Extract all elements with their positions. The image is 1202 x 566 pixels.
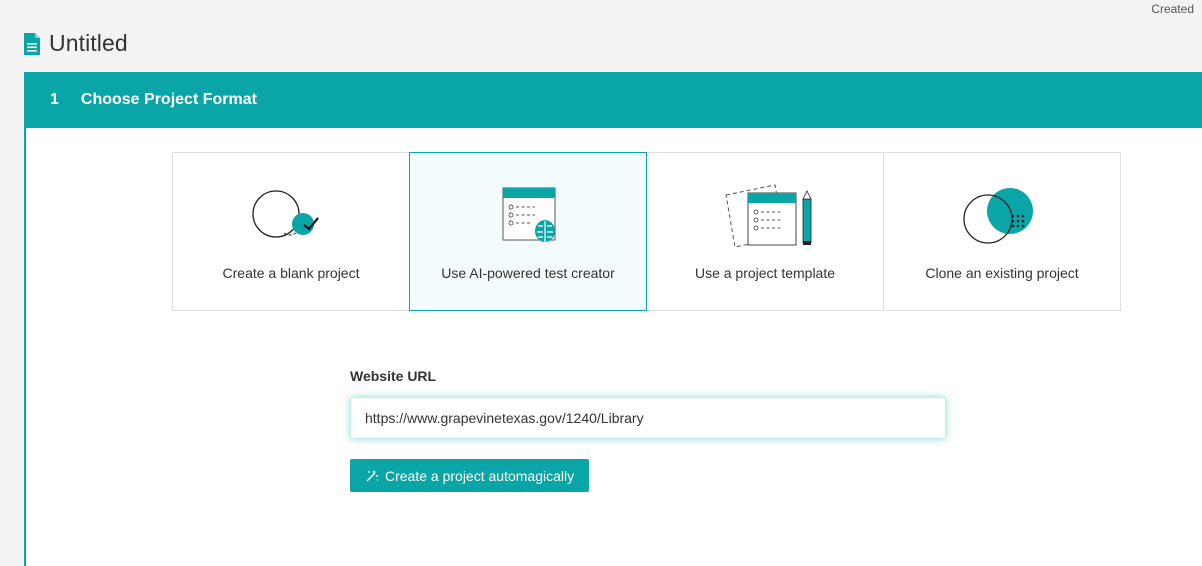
card-blank-project[interactable]: Create a blank project (172, 152, 410, 311)
create-project-button-label: Create a project automagically (385, 467, 575, 484)
card-label: Use AI-powered test creator (441, 265, 615, 281)
format-cards: Create a blank project Use AI-powered te… (172, 152, 1121, 311)
card-label: Create a blank project (222, 265, 360, 281)
card-label: Use a project template (694, 265, 836, 281)
card-label: Clone an existing project (925, 265, 1079, 281)
step-header: 1 Choose Project Format (26, 72, 1202, 128)
card-clone-project[interactable]: Clone an existing project (883, 152, 1121, 311)
url-form: Website URL Create a project automagical… (350, 368, 946, 492)
clone-project-icon (963, 188, 1033, 244)
project-format-panel: 1 Choose Project Format Create a blank p… (24, 72, 1202, 566)
step-number: 1 (50, 91, 59, 108)
page-title: Untitled (49, 30, 128, 56)
website-url-label: Website URL (350, 368, 437, 384)
created-label: Created (1151, 2, 1194, 16)
blank-project-icon (252, 190, 319, 238)
document-icon (24, 32, 40, 55)
create-project-button[interactable]: Create a project automagically (350, 459, 590, 492)
ai-test-creator-icon (502, 187, 556, 242)
card-project-template[interactable]: Use a project template (646, 152, 884, 311)
step-title: Choose Project Format (80, 91, 257, 108)
card-ai-test-creator[interactable]: Use AI-powered test creator (409, 152, 647, 311)
website-url-input[interactable] (350, 397, 946, 439)
page-header: Untitled (24, 30, 128, 57)
magic-wand-icon (366, 469, 379, 481)
project-template-icon (725, 184, 812, 248)
